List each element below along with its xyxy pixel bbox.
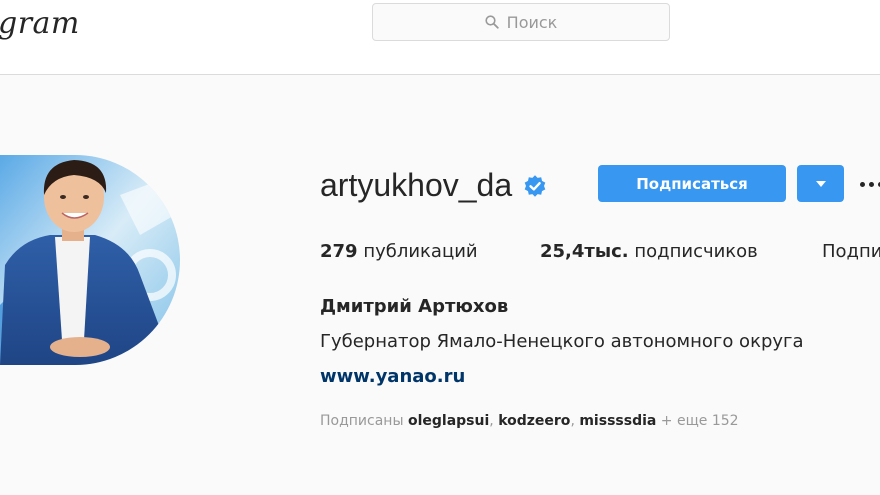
username-text: artyukhov_da [320, 167, 513, 203]
followers-value: 25,4тыс. [540, 241, 629, 262]
posts-count: 279 публикаций [320, 241, 478, 262]
posts-label: публикаций [363, 241, 478, 262]
dot-icon [869, 181, 874, 187]
dot-icon [860, 181, 865, 187]
followed-by-user[interactable]: kodzeero [498, 413, 570, 429]
search-placeholder: Поиск [506, 12, 558, 32]
followed-by-user[interactable]: oleglapsui [408, 413, 489, 429]
top-navigation-bar: gram Поиск [0, 0, 880, 75]
verified-badge-icon [524, 174, 546, 197]
more-options-button[interactable] [860, 166, 880, 202]
separator-comma: , [489, 413, 494, 429]
followed-by-line: Подписаны oleglapsui, kodzeero, missssdi… [320, 413, 739, 429]
posts-value: 279 [320, 241, 358, 262]
suggestions-dropdown-button[interactable] [797, 165, 844, 202]
avatar-photo [0, 155, 180, 365]
followed-by-user[interactable]: missssdia [579, 413, 656, 429]
profile-website-link[interactable]: www.yanao.ru [320, 366, 465, 387]
profile-avatar[interactable] [0, 155, 180, 365]
followers-label: подписчиков [634, 241, 758, 262]
follow-button[interactable]: Подписаться [598, 165, 786, 202]
chevron-down-icon [815, 180, 826, 187]
followed-by-prefix: Подписаны [320, 413, 404, 429]
followed-by-more[interactable]: + еще 152 [661, 413, 739, 429]
followers-count[interactable]: 25,4тыс. подписчиков [540, 241, 758, 262]
search-box[interactable]: Поиск [372, 3, 670, 41]
profile-username: artyukhov_da [320, 167, 548, 204]
profile-full-name: Дмитрий Артюхов [320, 296, 509, 317]
separator-comma: , [570, 413, 575, 429]
following-count[interactable]: Подпи [822, 241, 880, 262]
following-label: Подпи [822, 241, 880, 262]
instagram-logo[interactable]: gram [0, 6, 80, 41]
profile-bio: Губернатор Ямало-Ненецкого автономного о… [320, 331, 804, 352]
search-icon [485, 15, 499, 29]
